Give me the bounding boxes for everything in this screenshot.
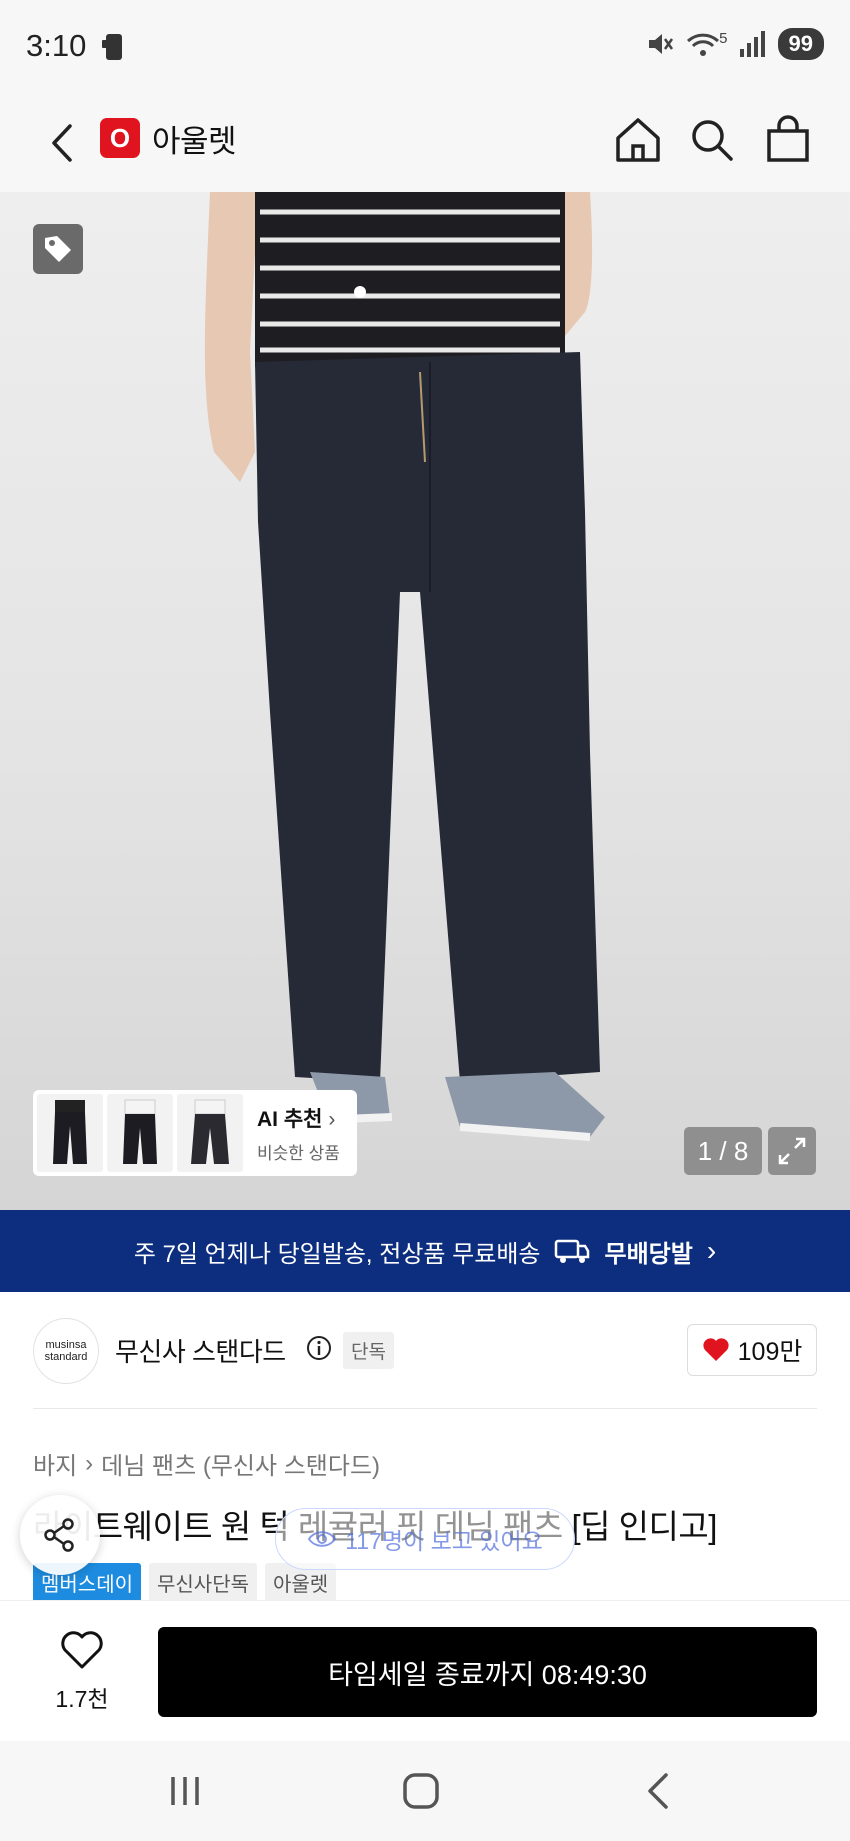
phone-lock-icon (102, 34, 122, 60)
brand-row: musinsa standard 무신사 스탠다드 단독 109만 (33, 1318, 817, 1384)
viewer-count-toast: 117명이 보고 있어요 (275, 1508, 575, 1570)
thumbnail-image (123, 1099, 157, 1164)
delivery-brand: 무배당발 (604, 1240, 693, 1268)
chevron-right-icon: › (85, 1449, 94, 1477)
bottom-purchase-bar: 1.7천 타임세일 종료까지 08:49:30 (0, 1600, 850, 1740)
shopping-bag-icon[interactable] (762, 114, 814, 166)
expand-icon (778, 1137, 806, 1165)
product-photo-illustration (204, 192, 605, 1141)
similar-product-thumbnail[interactable] (177, 1094, 243, 1172)
brand-like-count: 109만 (737, 1338, 803, 1366)
outlet-logo[interactable]: O (100, 118, 140, 158)
thumbnail-image (191, 1099, 229, 1164)
home-icon[interactable] (612, 114, 664, 166)
info-icon[interactable] (305, 1334, 333, 1362)
similar-product-thumbnail[interactable] (107, 1094, 173, 1172)
image-pager: 1 / 8 (684, 1127, 762, 1175)
delivery-banner-text: 주 7일 언제나 당일발송, 전상품 무료배송 (133, 1240, 541, 1268)
mute-icon (649, 34, 674, 54)
chevron-right-icon: › (706, 1235, 717, 1266)
status-bar: 3:10 5 99 (0, 0, 850, 96)
price-tag-button[interactable] (33, 224, 83, 274)
app-header: O 아울렛 (0, 96, 850, 320)
brand-name[interactable]: 무신사 스탠다드 (115, 1332, 286, 1369)
wishlist-count: 1.7천 (55, 1686, 109, 1712)
viewer-count-text: 117명이 보고 있어요 (345, 1528, 543, 1554)
back-nav-icon[interactable] (634, 1771, 684, 1811)
chevron-right-icon: › (328, 1107, 336, 1131)
share-button[interactable] (20, 1495, 100, 1575)
wifi-icon (687, 33, 720, 56)
exclusive-badge: 단독 (343, 1332, 394, 1369)
thumbnail-image (53, 1100, 87, 1164)
ai-recommendation-card[interactable]: AI 추천 › 비슷한 상품 (33, 1090, 357, 1176)
back-arrow-icon[interactable] (42, 118, 82, 168)
recent-apps-icon[interactable] (160, 1771, 210, 1811)
page-title: 아울렛 (152, 124, 237, 159)
product-image[interactable]: AI 추천 › 비슷한 상품 1 / 8 (0, 192, 850, 1210)
heart-icon (703, 1338, 729, 1361)
breadcrumb-subcategory[interactable]: 데님 팬츠 (무신사 스탠다드) (101, 1446, 380, 1481)
share-icon (44, 1518, 74, 1552)
eye-icon (308, 1531, 337, 1547)
delivery-banner[interactable]: 주 7일 언제나 당일발송, 전상품 무료배송 무배당발 › (0, 1210, 850, 1292)
divider (33, 1408, 817, 1409)
breadcrumb-category[interactable]: 바지 (33, 1446, 77, 1481)
breadcrumb: 바지 › 데님 팬츠 (무신사 스탠다드) (33, 1446, 380, 1481)
home-nav-icon[interactable] (396, 1771, 446, 1811)
system-nav-bar (0, 1741, 850, 1841)
search-icon[interactable] (686, 114, 738, 166)
signal-icon (739, 31, 765, 57)
status-icons: 5 99 (645, 28, 824, 60)
time-sale-buy-button[interactable]: 타임세일 종료까지 08:49:30 (158, 1627, 817, 1717)
ai-recommend-subtitle: 비슷한 상품 (257, 1143, 340, 1163)
ai-recommend-text: AI 추천 › 비슷한 상품 (257, 1103, 340, 1164)
wishlist-button[interactable]: 1.7천 (40, 1631, 124, 1714)
similar-product-thumbnail[interactable] (37, 1094, 103, 1172)
brand-logo-line2: standard (44, 1351, 88, 1363)
network-label: 5 (719, 29, 728, 47)
battery-indicator: 99 (777, 28, 824, 60)
brand-logo[interactable]: musinsa standard (33, 1318, 99, 1384)
brand-like-button[interactable]: 109만 (687, 1324, 817, 1376)
product-tag: 무신사단독 (149, 1563, 257, 1602)
brand-logo-line1: musinsa (45, 1338, 87, 1351)
ai-recommend-title: AI 추천 › (257, 1103, 340, 1133)
status-time: 3:10 (26, 28, 87, 63)
ai-recommend-label: AI 추천 (257, 1107, 323, 1131)
delivery-truck-icon (555, 1239, 590, 1263)
heart-outline-icon (61, 1631, 103, 1669)
expand-image-button[interactable] (768, 1127, 816, 1175)
tag-icon (45, 236, 71, 262)
